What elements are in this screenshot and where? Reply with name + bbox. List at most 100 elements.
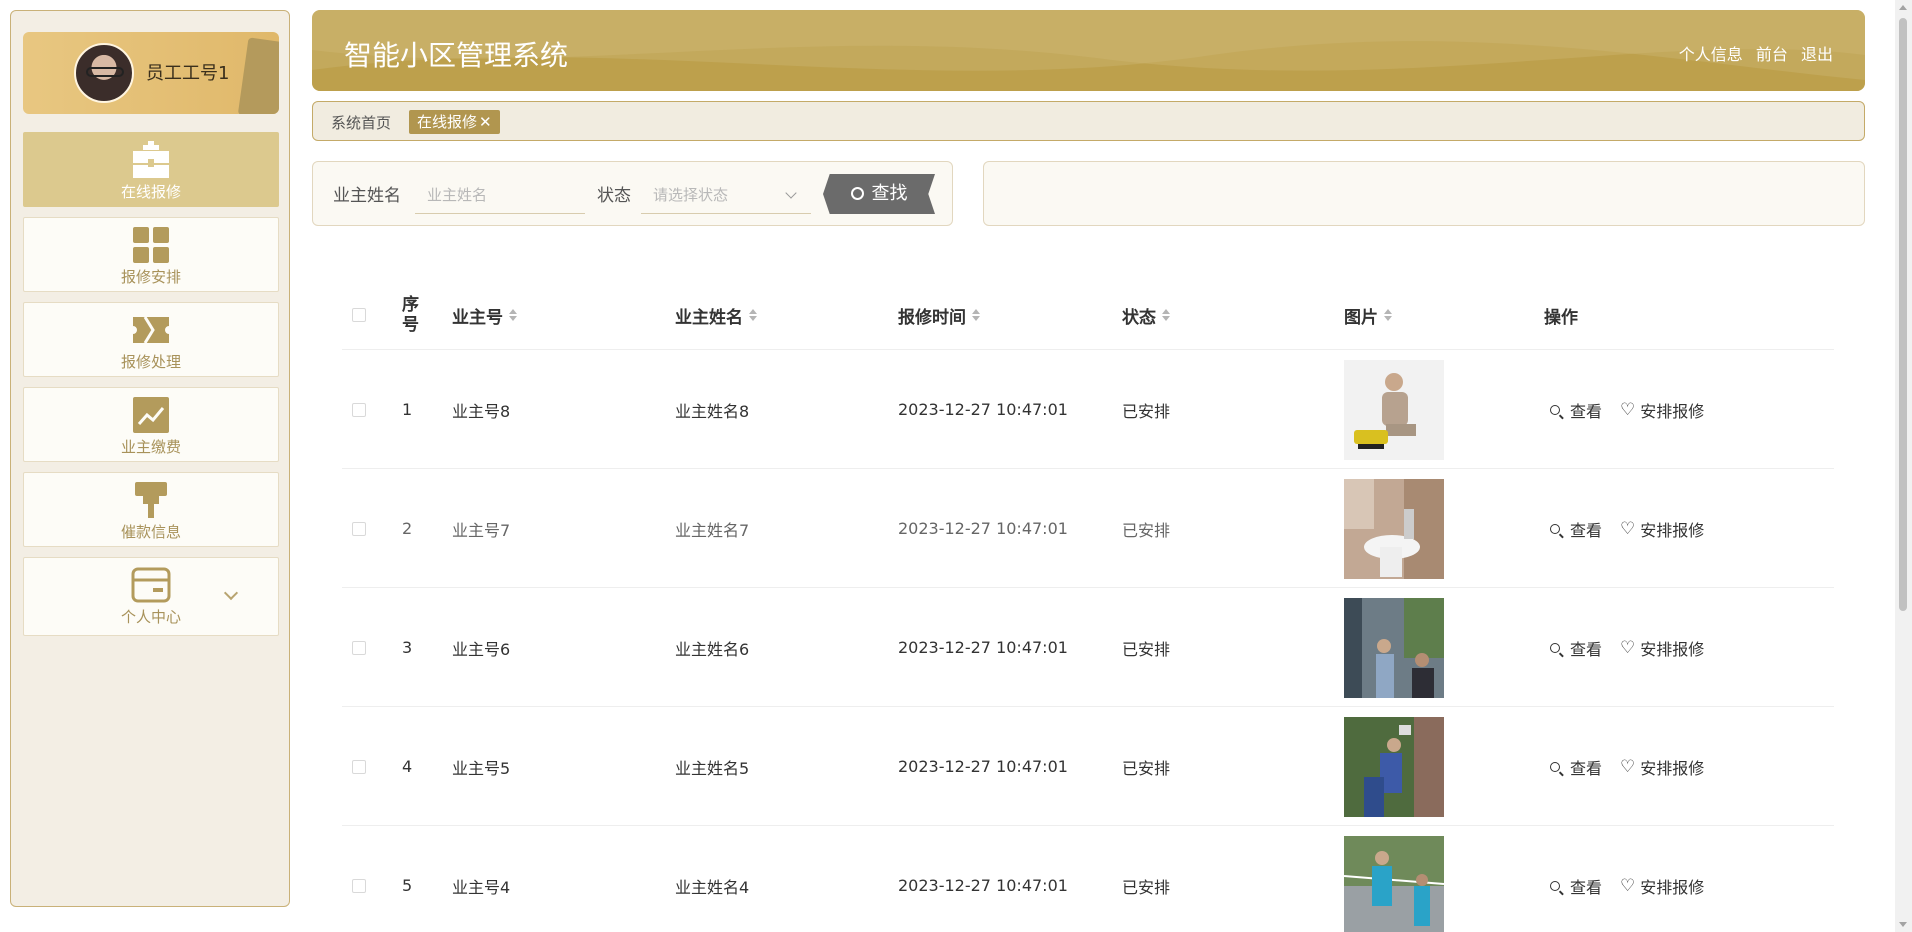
cell-repair-time: 2023-12-27 10:47:01: [898, 757, 1068, 776]
row-checkbox[interactable]: [352, 521, 366, 536]
search-icon: [1550, 880, 1560, 891]
table-header: 序号 业主号 业主姓名 报修时间 状态 图片 操作: [342, 280, 1834, 350]
arrange-repair-button[interactable]: ♡ 安排报修: [1620, 517, 1704, 541]
sidebar-item-label: 报修安排: [120, 268, 181, 286]
app-root: 员工工号1 在线报修 报修安排 报修处理 业主缴费 催款信息 个人中心 智能小区…: [0, 0, 1912, 932]
ticket-icon: [133, 316, 169, 344]
heart-icon: ♡: [1620, 875, 1636, 896]
scroll-down-icon[interactable]: [1899, 922, 1907, 927]
view-button[interactable]: 查看: [1550, 398, 1602, 422]
search-panel: 业主姓名 状态 查找: [312, 161, 953, 226]
frontend-link[interactable]: 前台: [1756, 45, 1788, 64]
cell-status: 已安排: [1122, 639, 1171, 659]
sidebar-item-label: 在线报修: [120, 183, 181, 201]
table-row: 1 业主号8 业主姓名8 2023-12-27 10:47:01 已安排 查看 …: [342, 350, 1834, 469]
arrange-repair-button[interactable]: ♡ 安排报修: [1620, 398, 1704, 422]
repair-photo[interactable]: [1344, 478, 1444, 579]
repair-photo[interactable]: [1344, 597, 1444, 698]
cell-status: 已安排: [1122, 520, 1171, 540]
cell-status: 已安排: [1122, 758, 1171, 778]
cell-index: 1: [402, 400, 413, 419]
table-row: 2 业主号7 业主姓名7 2023-12-27 10:47:01 已安排 查看 …: [342, 469, 1834, 588]
view-button[interactable]: 查看: [1550, 517, 1602, 541]
close-icon[interactable]: ✕: [479, 113, 492, 131]
table-row: 4 业主号5 业主姓名5 2023-12-27 10:47:01 已安排 查看 …: [342, 707, 1834, 826]
heart-icon: ♡: [1620, 518, 1636, 539]
grid-icon: [133, 227, 169, 263]
sidebar-item-owner-payment[interactable]: 业主缴费: [23, 387, 279, 462]
top-header: 智能小区管理系统 个人信息 前台 退出: [312, 10, 1865, 91]
breadcrumb: 系统首页 在线报修 ✕: [312, 101, 1865, 141]
owner-name-input[interactable]: [415, 176, 585, 214]
search-icon: [1550, 761, 1560, 772]
heart-icon: ♡: [1620, 637, 1636, 658]
cell-owner-name: 业主姓名7: [675, 520, 750, 540]
arrange-repair-button[interactable]: ♡ 安排报修: [1620, 636, 1704, 660]
breadcrumb-home[interactable]: 系统首页: [331, 112, 391, 133]
search-icon: [850, 187, 864, 200]
avatar: [74, 43, 134, 103]
select-all-checkbox[interactable]: [352, 308, 366, 322]
row-checkbox[interactable]: [352, 402, 366, 417]
status-select[interactable]: [641, 176, 811, 214]
chevron-down-icon[interactable]: [223, 585, 239, 601]
row-checkbox[interactable]: [352, 759, 366, 774]
row-checkbox[interactable]: [352, 640, 366, 655]
cell-repair-time: 2023-12-27 10:47:01: [898, 638, 1068, 657]
sort-icon: [1162, 309, 1170, 321]
logout-link[interactable]: 退出: [1801, 45, 1833, 64]
arrange-repair-button[interactable]: ♡ 安排报修: [1620, 755, 1704, 779]
col-owner-name[interactable]: 业主姓名: [675, 280, 757, 350]
breadcrumb-current-tag[interactable]: 在线报修 ✕: [409, 110, 500, 134]
sidebar-item-dunning-info[interactable]: 催款信息: [23, 472, 279, 547]
search-button[interactable]: 查找: [823, 174, 935, 214]
sidebar: 员工工号1 在线报修 报修安排 报修处理 业主缴费 催款信息 个人中心: [10, 10, 290, 907]
repair-photo[interactable]: [1344, 359, 1444, 460]
col-owner-no[interactable]: 业主号: [452, 280, 517, 350]
brush-icon: [135, 482, 167, 518]
heart-icon: ♡: [1620, 399, 1636, 420]
table-row: 3 业主号6 业主姓名6 2023-12-27 10:47:01 已安排 查看 …: [342, 588, 1834, 707]
owner-name-label: 业主姓名: [333, 186, 401, 206]
sort-icon: [972, 309, 980, 321]
scrollbar-thumb[interactable]: [1899, 18, 1907, 611]
cell-owner-name: 业主姓名5: [675, 758, 750, 778]
repair-photo[interactable]: [1344, 716, 1444, 817]
cell-owner-name: 业主姓名4: [675, 877, 750, 897]
arrange-repair-button[interactable]: ♡ 安排报修: [1620, 874, 1704, 898]
row-checkbox[interactable]: [352, 878, 366, 893]
sidebar-item-repair-arrange[interactable]: 报修安排: [23, 217, 279, 292]
search-icon: [1550, 404, 1560, 415]
sidebar-item-online-repair[interactable]: 在线报修: [23, 132, 279, 207]
status-label: 状态: [597, 186, 631, 206]
sidebar-item-repair-process[interactable]: 报修处理: [23, 302, 279, 377]
repair-photo[interactable]: [1344, 835, 1444, 932]
cell-owner-no: 业主号6: [452, 639, 511, 659]
cell-index: 4: [402, 757, 413, 776]
view-button[interactable]: 查看: [1550, 755, 1602, 779]
user-name: 员工工号1: [146, 63, 230, 84]
col-status[interactable]: 状态: [1122, 280, 1170, 350]
view-button[interactable]: 查看: [1550, 636, 1602, 660]
user-profile-card[interactable]: 员工工号1: [23, 32, 279, 114]
search-icon: [1550, 523, 1560, 534]
profile-flap-decoration: [237, 37, 279, 114]
search-button-label: 查找: [871, 183, 908, 204]
col-image[interactable]: 图片: [1344, 280, 1392, 350]
chart-icon: [133, 397, 169, 433]
cell-status: 已安排: [1122, 877, 1171, 897]
system-title: 智能小区管理系统: [344, 39, 569, 72]
col-repair-time[interactable]: 报修时间: [898, 280, 980, 350]
cell-owner-name: 业主姓名6: [675, 639, 750, 659]
sidebar-item-personal-center[interactable]: 个人中心: [23, 557, 279, 636]
cell-owner-no: 业主号8: [452, 401, 511, 421]
scroll-up-icon[interactable]: [1899, 5, 1907, 10]
search-icon: [1550, 642, 1560, 653]
sidebar-item-label: 催款信息: [120, 523, 181, 541]
profile-link[interactable]: 个人信息: [1679, 45, 1743, 64]
table-row: 5 业主号4 业主姓名4 2023-12-27 10:47:01 已安排 查看 …: [342, 826, 1834, 932]
sidebar-item-label: 个人中心: [120, 608, 181, 626]
view-button[interactable]: 查看: [1550, 874, 1602, 898]
page-scrollbar[interactable]: [1895, 0, 1912, 932]
col-actions: 操作: [1544, 307, 1578, 328]
